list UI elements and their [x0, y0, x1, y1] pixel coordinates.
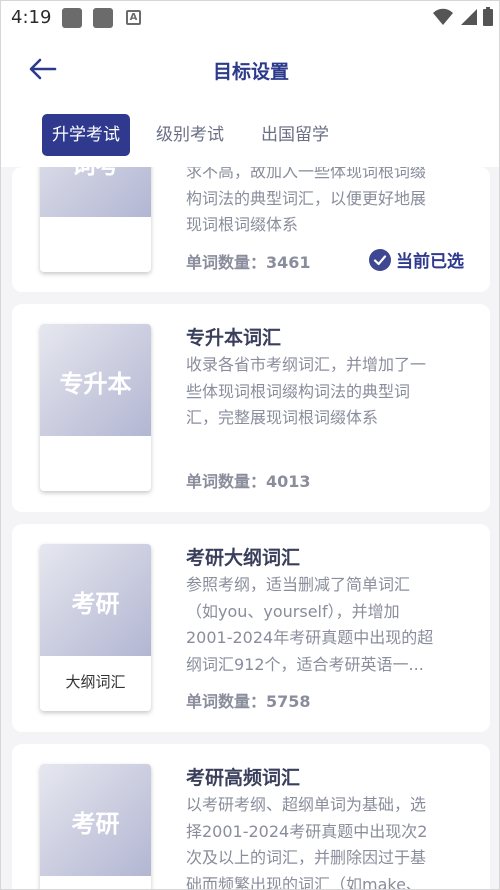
wifi-icon: [433, 8, 453, 25]
book-name: 考研高频词汇: [186, 767, 301, 789]
status-bar: 4:19 A: [1, 1, 499, 35]
book-cover: 考研: [40, 764, 151, 889]
book-description: 以考研考纲、超纲单词为基础，选 择2001-2024考研真题中出现次2 次及以上…: [186, 795, 428, 890]
wordbook-card[interactable]: 考研 考研高频词汇 以考研考纲、超纲单词为基础，选 择2001-2024考研真题…: [12, 744, 490, 890]
book-description: 参照考纲，适当删减了简单词汇 （如you、yourself），并增加 2001-…: [186, 575, 434, 674]
app-frame: 4:19 A 目标设置 升学考试 级别考试 出国留学 词考 求不高: [0, 0, 500, 890]
signal-icon: [461, 8, 477, 25]
book-info: 考研大纲词汇 参照考纲，适当删减了简单词汇 （如you、yourself），并增…: [186, 544, 471, 678]
book-cover: 词考: [40, 167, 151, 272]
app-header: 目标设置: [1, 35, 499, 103]
book-cover-title: 专升本: [59, 370, 132, 398]
category-tabs: 升学考试 级别考试 出国留学: [1, 103, 499, 167]
notification-square-icon: [62, 8, 82, 28]
status-time: 4:19: [11, 7, 52, 28]
book-description: 求不高，故加入一些体现词根词缀 构词法的典型词汇，以便更好地展 现词根词缀体系: [186, 167, 427, 234]
book-description: 收录各省市考纲词汇，并增加了一 些体现词根词缀构词法的典型词 汇，完整展现词根词…: [186, 355, 427, 427]
word-count: 单词数量：5758: [186, 692, 311, 711]
book-name: 考研大纲词汇: [186, 547, 301, 569]
notification-square-icon: [93, 8, 113, 28]
tab-study-abroad[interactable]: 出国留学: [251, 114, 339, 156]
battery-icon: [483, 7, 493, 26]
book-info: 考研高频词汇 以考研考纲、超纲单词为基础，选 择2001-2024考研真题中出现…: [186, 764, 471, 890]
font-a-icon: A: [126, 10, 141, 25]
tab-level-exams[interactable]: 级别考试: [146, 114, 234, 156]
book-info: 求不高，故加入一些体现词根词缀 构词法的典型词汇，以便更好地展 现词根词缀体系: [186, 167, 471, 239]
book-cover-subtitle: 大纲词汇: [65, 673, 126, 691]
book-cover-title: 词考: [40, 167, 151, 180]
book-cover-title: 考研: [71, 810, 120, 838]
book-info: 专升本词汇 收录各省市考纲词汇，并增加了一 些体现词根词缀构词法的典型词 汇，完…: [186, 324, 471, 432]
wordbook-card[interactable]: 专升本 专升本词汇 收录各省市考纲词汇，并增加了一 些体现词根词缀构词法的典型词…: [12, 304, 490, 512]
book-cover: 考研 大纲词汇: [40, 544, 151, 711]
wordbook-card[interactable]: 词考 求不高，故加入一些体现词根词缀 构词法的典型词汇，以便更好地展 现词根词缀…: [12, 167, 490, 292]
status-indicators: [433, 7, 493, 26]
book-cover-title: 考研: [71, 590, 120, 618]
tab-entrance-exams[interactable]: 升学考试: [42, 114, 130, 156]
check-circle-icon: [369, 248, 391, 271]
wordbook-card[interactable]: 考研 大纲词汇 考研大纲词汇 参照考纲，适当删减了简单词汇 （如you、your…: [12, 524, 490, 732]
selected-indicator: 当前已选: [369, 247, 464, 272]
book-name: 专升本词汇: [186, 327, 282, 349]
word-count: 单词数量：4013: [186, 472, 311, 491]
book-cover: 专升本: [40, 324, 151, 491]
page-title: 目标设置: [212, 61, 289, 83]
word-count: 单词数量：3461: [186, 253, 311, 272]
